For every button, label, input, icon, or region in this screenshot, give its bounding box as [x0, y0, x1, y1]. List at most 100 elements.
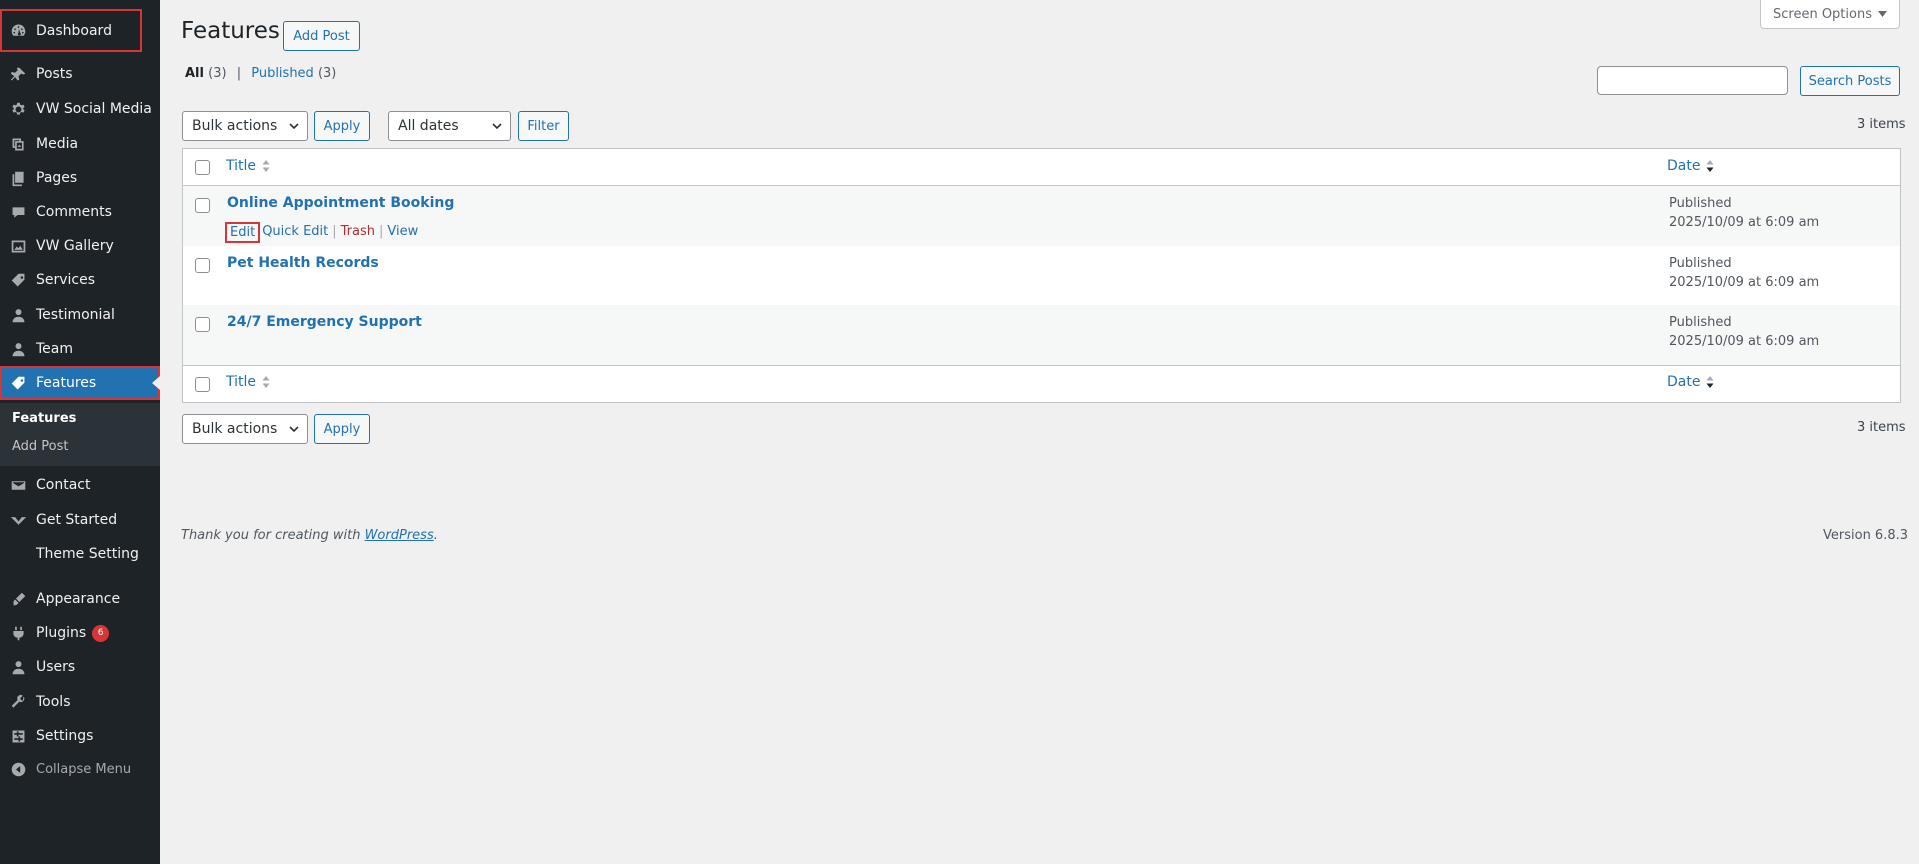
bulk-actions-select-bottom[interactable]: Bulk actions — [182, 414, 308, 444]
sidebar-item-label: Contact — [36, 477, 91, 493]
filter-button[interactable]: Filter — [518, 111, 569, 141]
post-status: Published — [1669, 256, 1732, 271]
row-checkbox[interactable] — [195, 258, 210, 273]
screen-options-label: Screen Options — [1773, 6, 1872, 22]
sidebar-item-services[interactable]: Services — [0, 263, 160, 297]
sidebar-item-label: Media — [36, 136, 79, 152]
tag-icon — [0, 366, 36, 400]
edit-link[interactable]: Edit — [224, 222, 261, 243]
column-title-header[interactable]: Title — [226, 158, 270, 174]
sidebar-item-label: Tools — [36, 694, 71, 710]
trash-link[interactable]: Trash — [341, 224, 375, 241]
sidebar-item-label: Testimonial — [36, 307, 115, 323]
bulk-actions-value: Bulk actions — [192, 421, 278, 437]
table-footer-row: Title Date — [183, 365, 1900, 402]
filter-all-link[interactable]: All — [185, 66, 204, 81]
sidebar-item-theme-setting[interactable]: Theme Setting — [0, 537, 160, 571]
sidebar-item-appearance[interactable]: Appearance — [0, 582, 160, 616]
column-date-header[interactable]: Date — [1667, 158, 1714, 174]
select-all-checkbox-footer[interactable] — [195, 377, 210, 392]
pin-icon — [0, 57, 36, 91]
dashboard-icon — [0, 14, 36, 48]
wrench-icon — [0, 685, 36, 719]
post-title-link[interactable]: Pet Health Records — [227, 255, 379, 271]
table-header-row: Title Date — [183, 149, 1900, 186]
sort-icon — [262, 160, 270, 172]
sidebar-item-tools[interactable]: Tools — [0, 685, 160, 719]
sidebar-item-plugins[interactable]: Plugins 6 — [0, 616, 160, 650]
date-filter-value: All dates — [398, 118, 459, 134]
apply-button-bottom[interactable]: Apply — [314, 414, 370, 444]
sidebar-item-get-started[interactable]: Get Started — [0, 503, 160, 537]
sidebar-item-posts[interactable]: Posts — [0, 57, 160, 91]
date-cell: Published 2025/10/09 at 6:09 am — [1669, 313, 1819, 351]
sidebar-item-label: Appearance — [36, 591, 121, 607]
post-status: Published — [1669, 196, 1732, 211]
chevron-down-icon — [289, 123, 299, 130]
sidebar-item-comments[interactable]: Comments — [0, 195, 160, 229]
sidebar-item-features[interactable]: Features — [0, 366, 160, 400]
sort-desc-icon — [1706, 160, 1714, 172]
filter-published-count: (3) — [317, 66, 337, 81]
post-title-link[interactable]: Online Appointment Booking — [227, 195, 454, 211]
row-checkbox[interactable] — [195, 317, 210, 332]
column-title-label: Title — [226, 374, 257, 390]
footer-version: Version 6.8.3 — [1823, 528, 1909, 543]
collapse-menu-button[interactable]: Collapse Menu — [0, 752, 160, 786]
quick-edit-link[interactable]: Quick Edit — [262, 224, 328, 241]
sidebar-item-vw-gallery[interactable]: VW Gallery — [0, 229, 160, 263]
date-cell: Published 2025/10/09 at 6:09 am — [1669, 254, 1819, 292]
column-title-footer[interactable]: Title — [226, 374, 270, 390]
sidebar-item-testimonial[interactable]: Testimonial — [0, 298, 160, 332]
column-date-footer[interactable]: Date — [1667, 374, 1714, 390]
sidebar-item-label: Users — [36, 659, 76, 675]
sidebar-item-team[interactable]: Team — [0, 332, 160, 366]
search-posts-button[interactable]: Search Posts — [1800, 66, 1900, 96]
apply-button-top[interactable]: Apply — [314, 111, 370, 141]
screen-options-button[interactable]: Screen Options — [1760, 0, 1900, 29]
sidebar-item-contact[interactable]: Contact — [0, 468, 160, 502]
sidebar-item-vw-social-media[interactable]: VW Social Media — [0, 92, 160, 126]
chevron-down-icon — [0, 503, 36, 537]
items-count-bottom: 3 items — [1857, 420, 1906, 435]
sidebar-item-pages[interactable]: Pages — [0, 161, 160, 195]
sidebar-item-users[interactable]: Users — [0, 650, 160, 684]
sidebar-item-label: Comments — [36, 204, 112, 220]
post-title-link[interactable]: 24/7 Emergency Support — [227, 314, 422, 330]
post-date: 2025/10/09 at 6:09 am — [1669, 334, 1820, 349]
page-title: Features — [181, 18, 280, 44]
select-all-checkbox[interactable] — [195, 160, 210, 175]
filter-all-count: (3) — [208, 66, 227, 81]
sort-icon — [262, 376, 270, 388]
wordpress-link[interactable]: WordPress — [365, 528, 434, 543]
add-post-button[interactable]: Add Post — [283, 21, 360, 51]
brush-icon — [0, 582, 36, 616]
sidebar-item-media[interactable]: Media — [0, 127, 160, 161]
mail-icon — [0, 468, 36, 502]
settings-icon — [0, 719, 36, 753]
view-link[interactable]: View — [387, 224, 418, 241]
collapse-icon — [0, 752, 36, 786]
sidebar-item-label: Pages — [36, 170, 78, 186]
submenu-item-add-post[interactable]: Add Post — [12, 439, 69, 454]
submenu-item-features[interactable]: Features — [12, 411, 76, 426]
plugins-update-badge: 6 — [92, 624, 110, 642]
search-input[interactable] — [1597, 66, 1788, 95]
row-checkbox[interactable] — [195, 198, 210, 213]
sidebar-item-dashboard[interactable]: Dashboard — [0, 9, 142, 52]
column-title-label: Title — [226, 158, 257, 174]
sidebar-item-label: Posts — [36, 66, 73, 82]
pages-icon — [0, 161, 36, 195]
sidebar-item-settings[interactable]: Settings — [0, 719, 160, 753]
row-actions-separator: | — [332, 224, 337, 239]
filter-published-link[interactable]: Published — [251, 66, 314, 81]
sidebar-item-label: Team — [36, 341, 74, 357]
date-filter-select[interactable]: All dates — [388, 111, 511, 141]
table-row: 24/7 Emergency Support Published 2025/10… — [183, 305, 1900, 365]
date-cell: Published 2025/10/09 at 6:09 am — [1669, 194, 1819, 232]
post-status: Published — [1669, 315, 1732, 330]
status-filter-links: All (3) | Published (3) — [185, 66, 336, 81]
bulk-actions-select[interactable]: Bulk actions — [182, 111, 308, 141]
sidebar-item-label: Plugins — [36, 625, 87, 641]
table-row: Online Appointment Booking Edit Quick Ed… — [183, 186, 1900, 246]
